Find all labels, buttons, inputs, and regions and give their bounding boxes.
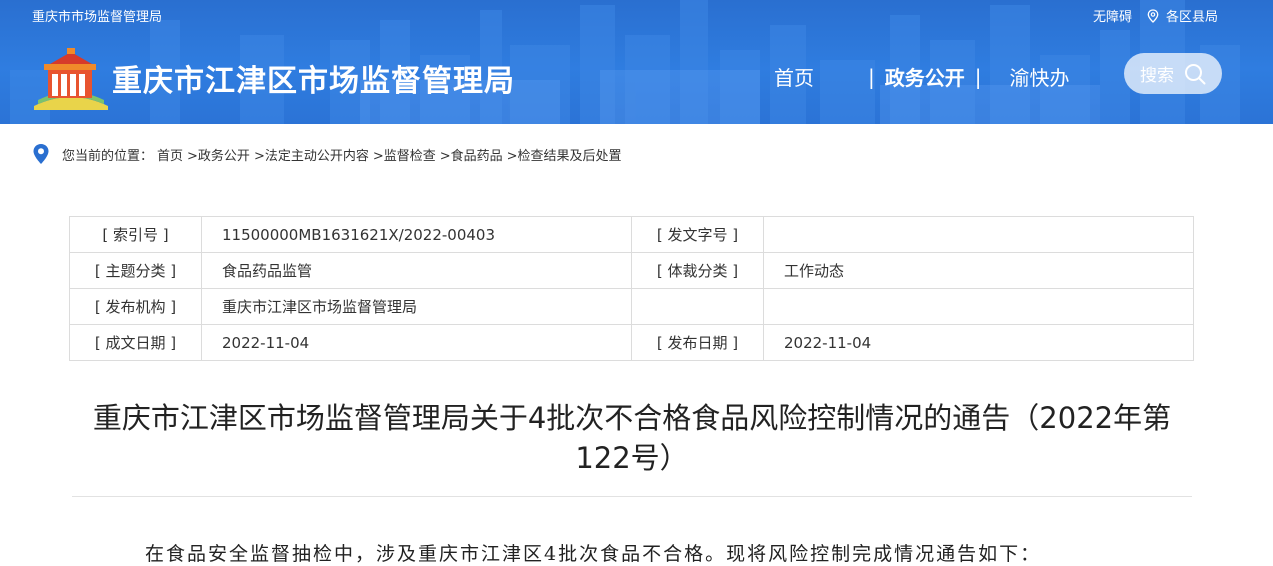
- meta-key: [ 发布机构 ]: [69, 288, 202, 325]
- breadcrumb-inspection-results[interactable]: >检查结果及后处置: [507, 145, 622, 164]
- article-title-line-2: 122号）: [575, 441, 689, 475]
- meta-value: 2022-11-04: [201, 324, 632, 361]
- parent-site-link[interactable]: 重庆市市场监督管理局: [32, 6, 162, 25]
- article-intro-paragraph: 在食品安全监督抽检中，涉及重庆市江津区4批次食品不合格。现将风险控制完成情况通告…: [145, 543, 1042, 565]
- meta-key: [ 发布日期 ]: [631, 324, 764, 361]
- meta-key: [ 成文日期 ]: [69, 324, 202, 361]
- search-button-label: 搜索: [1140, 66, 1174, 86]
- meta-value: [763, 288, 1194, 325]
- meta-value: [763, 216, 1194, 253]
- table-row: [ 主题分类 ] 食品药品监管 [ 体裁分类 ] 工作动态: [69, 252, 1194, 289]
- table-row: [ 发布机构 ] 重庆市江津区市场监督管理局: [69, 288, 1194, 325]
- nav-separator: |: [974, 64, 982, 89]
- breadcrumb-home[interactable]: 首页: [157, 145, 183, 164]
- site-header: 重庆市市场监督管理局 无障碍 各区县局 重庆市江津区市场监督管理局 首页 | 政…: [0, 0, 1273, 124]
- document-metadata-table: [ 索引号 ] 11500000MB1631621X/2022-00403 [ …: [69, 216, 1194, 361]
- main-nav: 首页 | 政务公开 | 渝快办: [774, 62, 1070, 91]
- nav-separator: |: [868, 64, 875, 89]
- location-icon: [33, 144, 49, 164]
- nav-gov-open[interactable]: 政务公开: [885, 62, 965, 91]
- meta-value: 2022-11-04: [763, 324, 1194, 361]
- meta-value: 工作动态: [763, 252, 1194, 289]
- site-title: 重庆市江津区市场监督管理局: [112, 64, 515, 99]
- top-right-links: 无障碍 各区县局: [1093, 6, 1218, 25]
- nav-home[interactable]: 首页: [774, 62, 814, 91]
- table-row: [ 索引号 ] 11500000MB1631621X/2022-00403 [ …: [69, 216, 1194, 253]
- location-pin-icon: [1147, 8, 1159, 23]
- search-icon: [1185, 63, 1206, 84]
- article-title: 重庆市江津区市场监督管理局关于4批次不合格食品风险控制情况的通告（2022年第 …: [72, 398, 1192, 478]
- meta-value: 重庆市江津区市场监督管理局: [201, 288, 632, 325]
- breadcrumb: 您当前的位置： 首页 >政务公开 >法定主动公开内容 >监督检查 >食品药品 >…: [32, 143, 626, 165]
- agency-logo-icon: [34, 48, 108, 110]
- title-divider: [72, 496, 1192, 497]
- nav-yukuaiban[interactable]: 渝快办: [1010, 62, 1070, 91]
- table-row: [ 成文日期 ] 2022-11-04 [ 发布日期 ] 2022-11-04: [69, 324, 1194, 361]
- districts-link[interactable]: 各区县局: [1166, 6, 1218, 25]
- breadcrumb-food-drug[interactable]: >食品药品: [440, 145, 503, 164]
- meta-key: [ 发文字号 ]: [631, 216, 764, 253]
- breadcrumb-gov-open[interactable]: >政务公开: [187, 145, 250, 164]
- breadcrumb-supervision[interactable]: >监督检查: [373, 145, 436, 164]
- accessibility-link[interactable]: 无障碍: [1093, 6, 1132, 25]
- breadcrumb-prefix: 您当前的位置：: [62, 148, 154, 164]
- article-title-line-1: 重庆市江津区市场监督管理局关于4批次不合格食品风险控制情况的通告（2022年第: [92, 401, 1172, 435]
- meta-value: 11500000MB1631621X/2022-00403: [201, 216, 632, 253]
- meta-key: [ 主题分类 ]: [69, 252, 202, 289]
- meta-key: [631, 288, 764, 325]
- search-button[interactable]: 搜索: [1124, 53, 1222, 94]
- meta-value: 食品药品监管: [201, 252, 632, 289]
- meta-key: [ 体裁分类 ]: [631, 252, 764, 289]
- meta-key: [ 索引号 ]: [69, 216, 202, 253]
- breadcrumb-statutory-content[interactable]: >法定主动公开内容: [254, 145, 369, 164]
